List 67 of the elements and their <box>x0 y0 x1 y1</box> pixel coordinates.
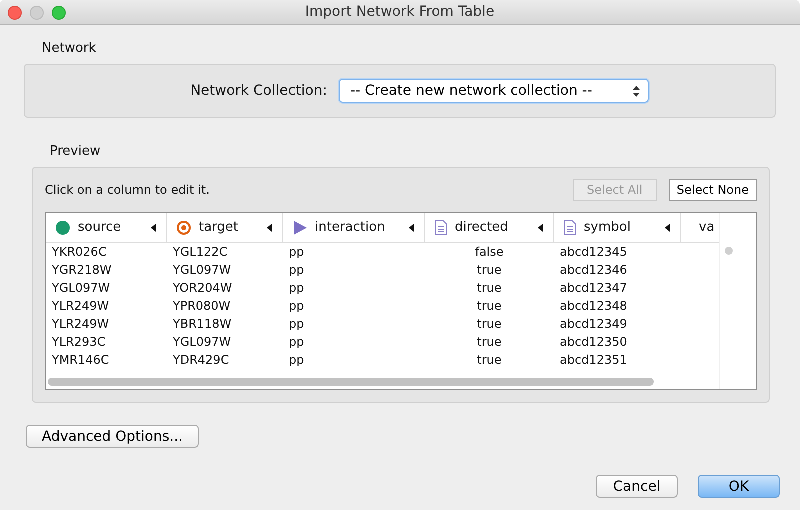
table-cell-text: true <box>476 353 503 367</box>
table-cell-text: false <box>474 245 505 259</box>
play-icon <box>293 220 307 234</box>
table-cell-text: true <box>476 317 503 331</box>
caret-icon <box>267 224 272 232</box>
collection-dropdown[interactable]: -- Create new network collection -- <box>339 79 650 103</box>
table-cell-text: pp <box>288 353 306 367</box>
table-cell-text: true <box>476 281 503 295</box>
table-cell-text: YBR118W <box>172 317 233 331</box>
column-header[interactable]: target <box>167 213 283 242</box>
up-down-icon <box>633 86 640 96</box>
table-cell-text: pp <box>288 263 306 277</box>
table-cell-text: abcd12347 <box>559 281 628 295</box>
table-cell-text: YGL122C <box>172 245 229 259</box>
table-cell-text: pp <box>288 245 306 259</box>
caret-icon <box>151 224 156 232</box>
table-cell-text: true <box>476 299 503 313</box>
window-title: Import Network From Table <box>305 4 495 20</box>
close-icon[interactable] <box>8 6 22 20</box>
table-cell-text: YGL097W <box>172 335 232 349</box>
scrollbar-thumb[interactable] <box>725 247 733 255</box>
table-cell-text: abcd12346 <box>559 263 628 277</box>
cancel-button[interactable]: Cancel <box>596 475 678 498</box>
table-cell-text: abcd12351 <box>559 353 628 367</box>
minimize-icon[interactable] <box>30 6 44 20</box>
table-cell-text: abcd12345 <box>559 245 628 259</box>
section-title: Network <box>42 41 98 56</box>
table-cell-text: true <box>476 263 503 277</box>
column-header[interactable]: directed <box>425 213 554 242</box>
table-cell-text: YKR026C <box>51 245 108 259</box>
document-icon <box>435 220 447 235</box>
document-icon <box>564 220 576 235</box>
advanced-options-button[interactable]: Advanced Options... <box>26 425 199 448</box>
table-cell-text: YLR293C <box>51 335 107 349</box>
table-cell-text: YOR204W <box>172 281 234 295</box>
hint-text: Click on a column to edit it. <box>45 183 210 197</box>
column-header[interactable]: symbol <box>554 213 681 242</box>
column-header[interactable]: va <box>681 213 719 242</box>
table-cell-text: YDR429C <box>172 353 230 367</box>
table-cell-text: pp <box>288 317 306 331</box>
zoom-icon[interactable] <box>52 6 66 20</box>
target-icon <box>177 220 191 234</box>
circle-icon <box>56 220 70 234</box>
select-none-button[interactable]: Select None <box>668 179 757 201</box>
section-title: Preview <box>50 144 102 159</box>
caret-icon <box>538 224 543 232</box>
table-cell-text: YLR249W <box>51 299 110 313</box>
table-cell-text: pp <box>288 281 306 295</box>
table-cell-text: YGL097W <box>51 281 112 295</box>
table-cell-text: YLR249W <box>51 317 110 331</box>
table-cell-text: YGR218W <box>51 263 113 277</box>
table-cell-text: abcd12348 <box>559 299 628 313</box>
table-cell-text: true <box>476 335 503 349</box>
field-label: Network Collection: <box>190 83 328 99</box>
table-cell-text: YMR146C <box>51 353 110 367</box>
ok-button[interactable]: OK <box>698 475 780 498</box>
table-cell-text: YGL097W <box>172 263 232 277</box>
table-cell-text: abcd12350 <box>559 335 628 349</box>
caret-icon <box>409 224 414 232</box>
scrollbar-thumb[interactable] <box>48 378 654 386</box>
column-header[interactable]: source <box>46 213 167 242</box>
caret-icon <box>665 224 670 232</box>
table-cell-text: abcd12349 <box>559 317 628 331</box>
table-cell-text: pp <box>288 299 306 313</box>
table-cell-text: pp <box>288 335 306 349</box>
table-cell-text: YPR080W <box>172 299 232 313</box>
column-header[interactable]: interaction <box>283 213 425 242</box>
